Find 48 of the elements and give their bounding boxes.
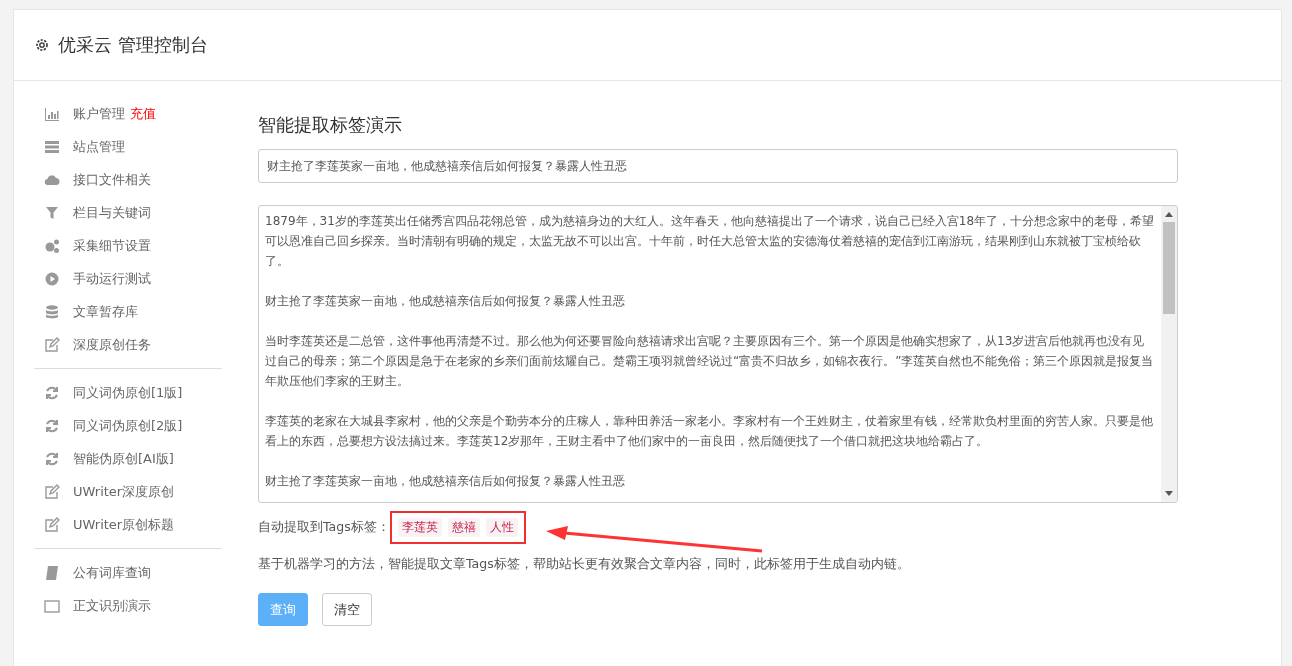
tag: 李莲英 [397, 518, 442, 537]
content-paragraph: 当时李莲英还是二总管，这件事他再清楚不过。那么他为何还要冒险向慈禧请求出宫呢？主要原因有三个。第一个原因是他确实想家了，从13岁进宫后他就再也没有见过自己的母亲；第二个原因是急于在老家的乡亲们面前炫耀自己。楚霸王项羽就曾经说过“富贵不归故乡，如锦衣夜行。”李莲英自然也不能免俗；第三个原因就是报复当年欺压他们李家的王财主。 [265, 333, 1155, 390]
content-textarea[interactable] [258, 205, 1178, 503]
refresh-icon [44, 417, 60, 434]
content-paragraph: 财主抢了李莲英家一亩地，他成慈禧亲信后如何报复？暴露人性丑恶 [265, 293, 626, 310]
sidebar-item[interactable]: 站点管理 [34, 130, 222, 163]
refresh-icon [44, 450, 60, 467]
filter-icon [44, 204, 60, 221]
content-paragraph: 财主抢了李莲英家一亩地，他成慈禧亲信后如何报复？暴露人性丑恶 [265, 473, 626, 490]
scroll-up-icon[interactable] [1165, 211, 1173, 217]
sidebar-item[interactable]: 同义词伪原创[1版] [34, 376, 222, 409]
tag: 人性 [485, 518, 518, 537]
tags-label: 自动提取到Tags标签： [258, 519, 390, 536]
sidebar-item[interactable]: 同义词伪原创[2版] [34, 409, 222, 442]
edit-icon [44, 336, 60, 353]
content-paragraph: 1879年，31岁的李莲英出任储秀宫四品花翎总管，成为慈禧身边的大红人。这年春天，他向慈禧提出了一个请求，说自己已经入宫18年了，十分想念家中的老母，希望可以恩准自己回乡探亲。当时清朝有明确的规定，太监无故不可以出宫。十年前，时任大总管太监的安德海仗着慈禧的宠信到江南游玩，结果刚到山东就被丁宝桢给砍了。 [265, 213, 1155, 270]
chart-icon [44, 105, 60, 122]
scrollbar[interactable] [1161, 206, 1177, 502]
sidebar-item[interactable]: 账户管理 充值 [34, 97, 222, 130]
title-field[interactable]: 财主抢了李莲英家一亩地，他成慈禧亲信后如何报复？暴露人性丑恶 [258, 149, 1178, 183]
sidebar-item[interactable]: 文章暂存库 [34, 295, 222, 328]
clear-button[interactable]: 清空 [322, 593, 372, 626]
content-paragraph: 李莲英的老家在大城县李家村，他的父亲是个勤劳本分的庄稼人，靠种田养活一家老小。李家村有一个王姓财主，仗着家里有钱，经常欺负村里面的穷苦人家。只要是他看上的东西，总要想方设法搞过来。李莲英12岁那年，王财主看中了他们家中的一亩良田，然后随便找了一个借口就把这块地给霸占了。 [265, 413, 1154, 450]
edit-icon [44, 516, 60, 533]
sidebar-item[interactable]: UWriter深度原创 [34, 475, 222, 508]
refresh-icon [44, 384, 60, 401]
description-text: 基于机器学习的方法，智能提取文章Tags标签，帮助站长更有效聚合文章内容，同时，此标签用于生成自动内链。 [258, 556, 911, 573]
scrollbar-thumb[interactable] [1163, 222, 1175, 314]
server-icon [44, 138, 60, 155]
sidebar-item[interactable]: 深度原创任务 [34, 328, 222, 361]
play-icon [44, 270, 60, 287]
sidebar-item[interactable]: 手动运行测试 [34, 262, 222, 295]
gear-icon [34, 37, 50, 53]
sidebar-item[interactable]: 栏目与关键词 [34, 196, 222, 229]
window-icon [44, 597, 60, 614]
recharge-link[interactable]: 充值 [130, 104, 156, 123]
sidebar-item[interactable]: 智能伪原创[AI版] [34, 442, 222, 475]
sidebar-item[interactable]: 正文识别演示 [34, 589, 222, 622]
tag: 慈禧 [447, 518, 480, 537]
edit-icon [44, 483, 60, 500]
sidebar-item[interactable]: UWriter原创标题 [34, 508, 222, 541]
scroll-down-icon[interactable] [1165, 491, 1173, 497]
sidebar-item[interactable]: 采集细节设置 [34, 229, 222, 262]
section-heading: 智能提取标签演示 [258, 113, 403, 137]
sidebar-item[interactable]: 公有词库查询 [34, 556, 222, 589]
database-icon [44, 303, 60, 320]
sidebar-item[interactable]: 接口文件相关 [34, 163, 222, 196]
console-title: 优采云 管理控制台 [58, 33, 208, 57]
